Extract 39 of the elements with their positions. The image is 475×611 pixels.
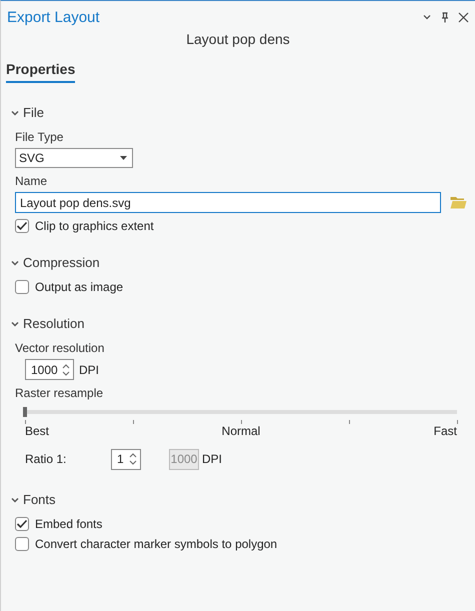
properties-tab[interactable]: Properties [6,61,76,83]
field-label: Vector resolution [15,341,106,355]
checkbox[interactable] [15,219,29,233]
dpi-field: 1000 [169,448,199,470]
chevron-icon[interactable] [11,496,19,504]
checkbox[interactable] [15,517,29,531]
dropdown-arrow-icon [120,156,127,160]
section-header[interactable]: Fonts [23,492,56,507]
section-header[interactable]: File [23,105,44,120]
checkbox-label: Output as image [35,280,124,294]
chevron-icon[interactable] [11,258,19,266]
unit-label: DPI [79,362,100,376]
chevron-down-icon[interactable] [422,12,432,22]
chevron-icon[interactable] [11,108,19,116]
ratio-spinner[interactable]: 1 [111,448,141,470]
pin-icon[interactable] [441,12,449,22]
chevron-icon[interactable] [11,320,19,328]
close-icon[interactable] [458,12,469,22]
slider-thumb[interactable] [23,407,27,417]
checkbox[interactable] [15,280,29,294]
name-input-field[interactable]: Layout pop dens.svg [15,192,441,213]
section-header[interactable]: Compression [23,255,100,270]
slider-mark-label: Fast [434,424,457,438]
checkbox[interactable] [15,537,29,551]
slider-mark-label: Normal [222,424,260,438]
pane-title: Export Layout [7,8,100,26]
field-label: Raster resample [15,386,104,400]
slider-mark-label: Best [25,424,50,438]
field-label: File Type [15,130,64,144]
checkbox-label: Convert character marker symbols to polygon [35,537,278,551]
layout-name: Layout pop dens [185,31,291,47]
resolution-spinner[interactable]: 1000 [25,359,74,380]
field-label: Name [15,174,48,188]
ratio-label: Ratio 1: [25,452,68,466]
checkbox-label: Clip to graphics extent [35,219,154,233]
file-type-dropdown[interactable]: SVG [15,148,133,168]
checkbox-label: Embed fonts [35,517,102,531]
section-header[interactable]: Resolution [23,316,84,331]
unit-label: DPI [202,452,222,466]
